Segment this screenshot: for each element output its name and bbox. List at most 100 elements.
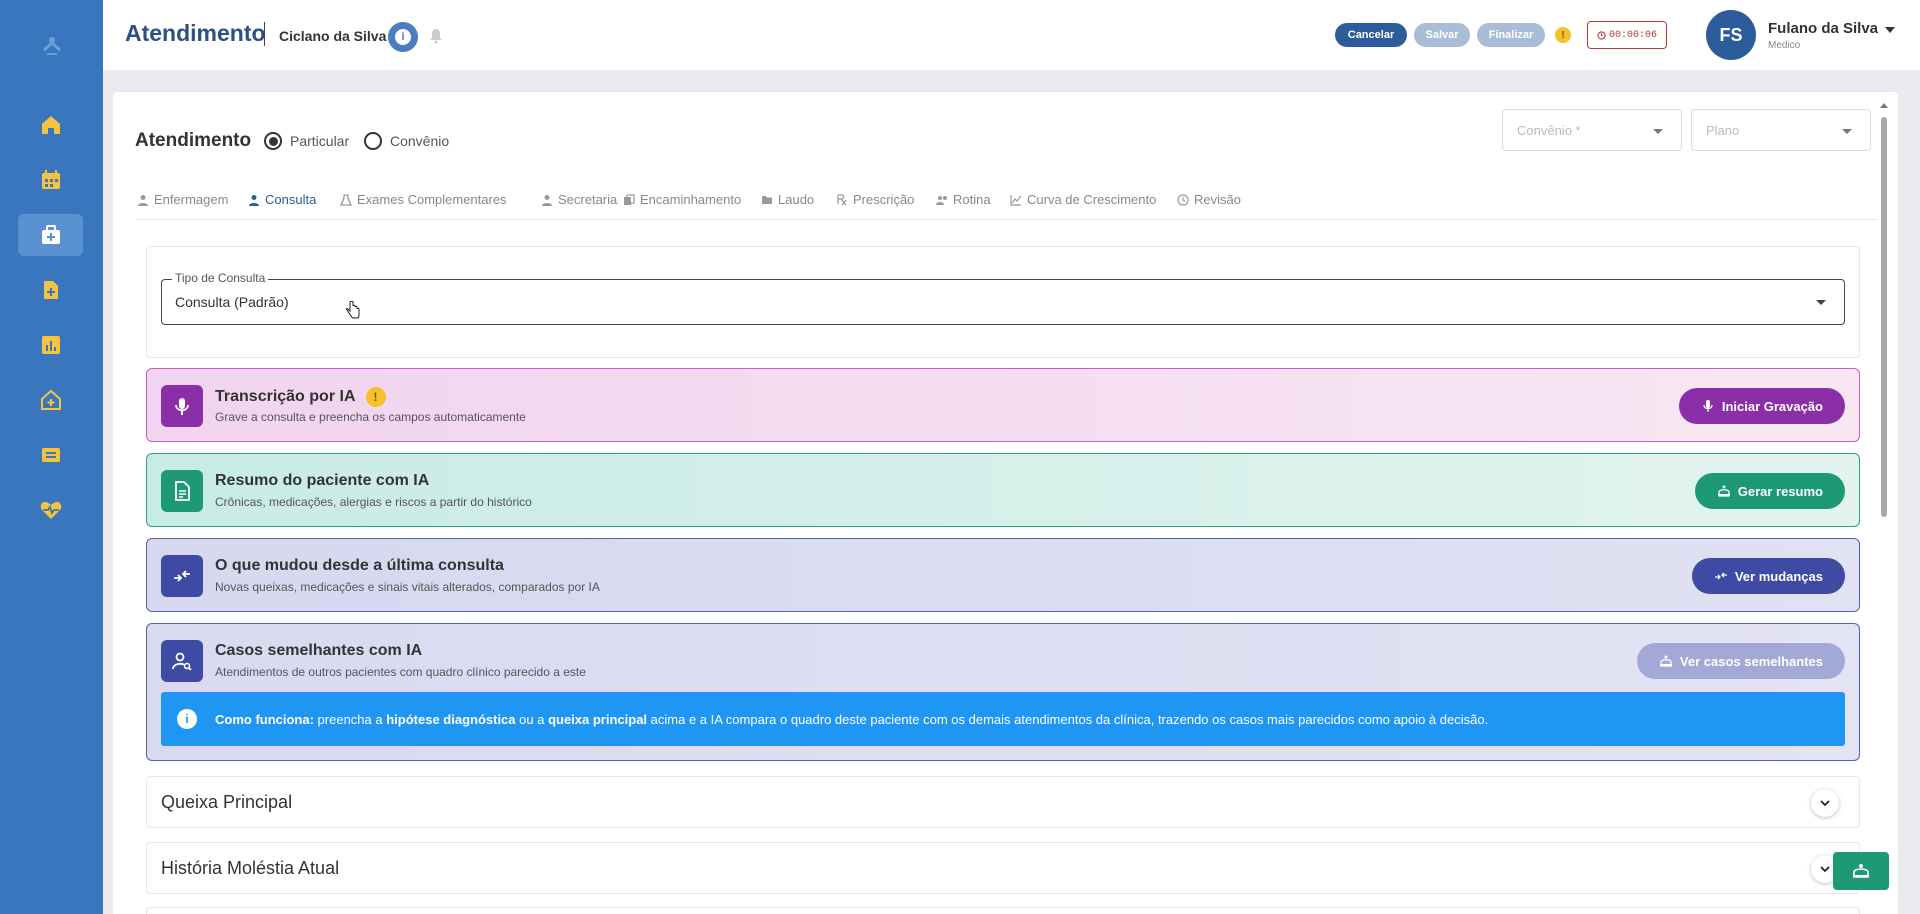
ai-card-icon — [161, 470, 203, 512]
save-button[interactable]: Salvar — [1414, 23, 1470, 47]
sidebar — [0, 0, 103, 914]
section-title: Atendimento — [135, 130, 252, 151]
title-divider — [264, 22, 265, 46]
alert-text-bold: queixa principal — [548, 711, 648, 727]
compare-arrows-icon — [1714, 572, 1727, 580]
ai-assistant-fab[interactable] — [1833, 852, 1889, 890]
view-changes-button[interactable]: Ver mudanças — [1691, 558, 1845, 594]
avatar[interactable]: FS — [1706, 10, 1756, 60]
person-search-icon — [172, 652, 192, 671]
tab-curva[interactable]: Curva de Crescimento — [1010, 192, 1156, 207]
info-icon: i — [177, 709, 197, 729]
button-label: Ver mudanças — [1734, 568, 1823, 584]
tab-secretaria[interactable]: Secretaria — [541, 192, 617, 207]
calendar-icon — [41, 170, 60, 189]
page-title: Atendimento — [125, 20, 266, 46]
ai-card-title: Transcrição por IA ! — [215, 387, 386, 407]
radio-convenio[interactable]: Convênio — [364, 132, 449, 150]
session-timer: 00:00:06 — [1587, 21, 1667, 49]
home-icon — [41, 116, 60, 134]
start-recording-button[interactable]: Iniciar Gravação — [1678, 388, 1845, 424]
sidebar-item-reports[interactable] — [18, 324, 83, 366]
tab-laudo[interactable]: Laudo — [761, 192, 814, 207]
plano-select[interactable]: Plano — [1691, 109, 1871, 151]
accordion-title: Queixa Principal — [161, 792, 293, 812]
cancel-button[interactable]: Cancelar — [1335, 23, 1407, 47]
heart-pulse-icon — [40, 501, 61, 519]
queixa-principal-section[interactable]: Queixa Principal — [146, 776, 1860, 828]
document-plus-icon — [43, 281, 58, 299]
robot-icon — [1659, 655, 1672, 667]
sidebar-item-calendar[interactable] — [18, 159, 83, 201]
radio-label: Particular — [290, 133, 350, 149]
tab-rotina[interactable]: Rotina — [936, 192, 991, 207]
scrollbar[interactable] — [1878, 101, 1890, 914]
ticket-icon — [41, 448, 60, 462]
radio-dot[interactable] — [364, 132, 382, 150]
ai-card-subtitle: Atendimentos de outros pacientes com qua… — [215, 665, 586, 679]
patient-info-button[interactable]: i — [388, 22, 418, 52]
warning-icon: ! — [365, 387, 386, 407]
generate-summary-button[interactable]: Gerar resumo — [1694, 473, 1845, 509]
ai-card-title-text: Casos semelhantes com IA — [215, 642, 423, 659]
sidebar-item-health[interactable] — [18, 489, 83, 531]
tab-label: Secretaria — [558, 192, 618, 207]
alert-text-part: preencha a — [313, 711, 387, 727]
user-name[interactable]: Fulano da Silva — [1768, 20, 1878, 37]
ai-summary-card: Resumo do paciente com IA Crônicas, medi… — [146, 453, 1860, 527]
chevron-down-icon[interactable] — [1816, 300, 1826, 305]
button-label: Ver casos semelhantes — [1679, 653, 1823, 669]
tab-enfermagem[interactable]: Enfermagem — [137, 192, 228, 207]
scroll-up-arrow-icon[interactable] — [1880, 103, 1888, 108]
ai-similar-cases-card: Casos semelhantes com IA Atendimentos de… — [146, 623, 1860, 761]
timer-value: 00:00:06 — [1608, 29, 1657, 41]
consulta-type-box: Tipo de Consulta Consulta (Padrão) — [146, 246, 1860, 358]
convenio-select[interactable]: Convênio * — [1502, 109, 1682, 151]
warning-icon[interactable]: ! — [1555, 27, 1571, 43]
chevron-down-icon — [1820, 800, 1830, 807]
microphone-icon — [175, 398, 189, 415]
history-icon — [1177, 193, 1189, 206]
finish-button[interactable]: Finalizar — [1477, 23, 1545, 47]
radio-particular[interactable]: Particular — [264, 132, 349, 150]
button-label: Gerar resumo — [1737, 483, 1823, 499]
ai-card-subtitle: Grave a consulta e preencha os campos au… — [215, 410, 526, 424]
view-similar-cases-button[interactable]: Ver casos semelhantes — [1636, 643, 1845, 679]
tab-revisao[interactable]: Revisão — [1177, 192, 1241, 207]
alert-text-part: acima e a IA compara o quadro deste paci… — [647, 711, 1489, 727]
top-header: Atendimento Ciclano da Silva i Cancelar … — [103, 0, 1920, 70]
tab-label: Consulta — [265, 192, 317, 207]
button-label: Iniciar Gravação — [1721, 398, 1823, 414]
sidebar-item-atendimento[interactable] — [18, 214, 83, 256]
info-icon: i — [395, 29, 411, 45]
historia-molestia-section[interactable]: História Moléstia Atual — [146, 842, 1860, 894]
ai-card-title-text: Transcrição por IA — [215, 388, 356, 405]
tab-label: Encaminhamento — [640, 192, 742, 207]
tab-exames[interactable]: Exames Complementares — [340, 192, 507, 207]
robot-icon — [1717, 485, 1730, 497]
tab-encaminhamento[interactable]: Encaminhamento — [623, 192, 741, 207]
sidebar-item-tickets[interactable] — [18, 434, 83, 476]
tab-consulta[interactable]: Consulta — [248, 192, 316, 207]
ai-card-subtitle: Crônicas, medicações, alergias e riscos … — [215, 495, 532, 509]
tab-prescricao[interactable]: Prescrição — [836, 192, 914, 207]
radio-label: Convênio — [390, 133, 450, 149]
tab-label: Enfermagem — [154, 192, 229, 207]
field-value: Consulta (Padrão) — [175, 294, 289, 310]
tab-label: Revisão — [1194, 192, 1241, 207]
tab-label: Laudo — [778, 192, 815, 207]
robot-icon — [1853, 864, 1869, 878]
tab-label: Curva de Crescimento — [1027, 192, 1157, 207]
bell-icon[interactable] — [428, 28, 444, 44]
scroll-thumb[interactable] — [1881, 117, 1887, 517]
expand-button[interactable] — [1811, 789, 1839, 817]
clinic-house-icon — [40, 389, 61, 410]
copy-icon — [624, 193, 635, 205]
sidebar-item-documents[interactable] — [18, 269, 83, 311]
sidebar-item-home[interactable] — [18, 104, 83, 146]
radio-dot-selected[interactable] — [264, 132, 282, 150]
chevron-down-icon[interactable] — [1885, 27, 1895, 33]
microphone-icon — [1703, 400, 1713, 412]
consulta-type-select[interactable]: Tipo de Consulta Consulta (Padrão) — [161, 271, 1845, 325]
sidebar-item-clinic[interactable] — [18, 379, 83, 421]
